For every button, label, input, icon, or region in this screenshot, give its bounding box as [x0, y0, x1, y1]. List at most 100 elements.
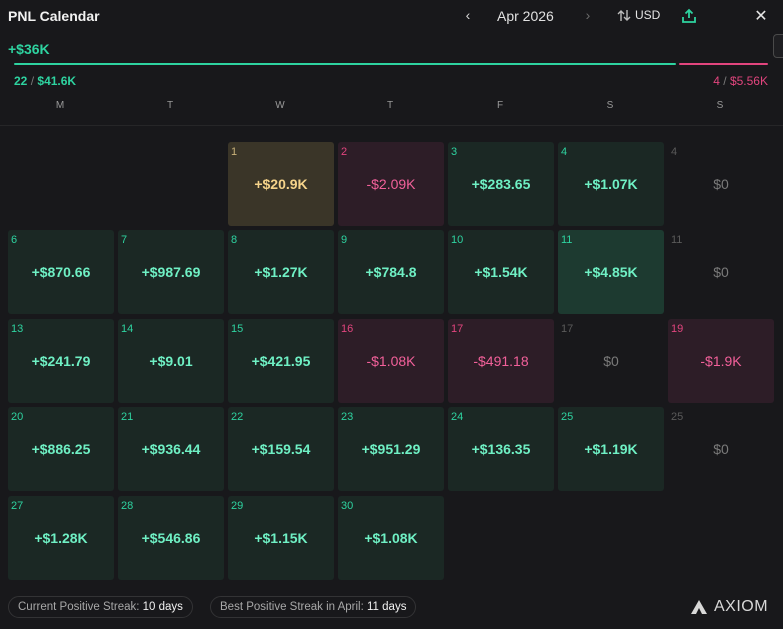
day-number: 24 — [451, 411, 464, 423]
day-cell[interactable]: 2 -$2.09K — [338, 142, 444, 226]
brand-name: AXIOM — [714, 598, 769, 615]
day-number: 7 — [121, 234, 128, 246]
current-streak-value: 10 days — [142, 601, 183, 613]
day-pnl-value: +$421.95 — [251, 353, 311, 369]
day-number: 16 — [341, 323, 354, 335]
prev-month-button[interactable]: ‹ — [460, 7, 476, 23]
day-number: 11 — [671, 234, 683, 246]
share-icon[interactable] — [681, 8, 697, 24]
day-pnl-value: +$1.19K — [584, 441, 638, 457]
day-number: 1 — [231, 146, 238, 158]
day-pnl-value: +$784.8 — [365, 264, 417, 280]
axiom-logo-icon — [691, 600, 707, 614]
day-pnl-value: +$283.65 — [471, 176, 531, 192]
calendar-header: PNL Calendar ‹ Apr 2026 › USD ✕ — [0, 0, 783, 34]
total-pnl: +$36K — [8, 41, 50, 57]
day-number: 11 — [561, 234, 573, 246]
currency-toggle[interactable]: USD — [617, 8, 660, 22]
day-pnl-value: $0 — [713, 264, 729, 280]
day-cell[interactable]: 19 -$1.9K — [668, 319, 774, 403]
close-button[interactable]: ✕ — [753, 6, 769, 26]
win-summary: 22 / $41.6K — [14, 74, 76, 88]
day-number: 14 — [121, 323, 134, 335]
win-separator: / — [30, 74, 35, 88]
day-cell[interactable]: 4 $0 — [668, 142, 774, 226]
win-ratio-bar — [14, 63, 676, 65]
day-number: 8 — [231, 234, 238, 246]
weekday-label: T — [166, 100, 174, 111]
day-cell[interactable]: 11 $0 — [668, 230, 774, 314]
day-cell[interactable]: 1 +$20.9K — [228, 142, 334, 226]
day-cell[interactable]: 29 +$1.15K — [228, 496, 334, 580]
day-number: 13 — [11, 323, 24, 335]
best-streak-label: Best Positive Streak in April: — [220, 601, 364, 613]
day-number: 19 — [671, 323, 684, 335]
win-days-count: 22 — [14, 74, 28, 88]
day-number: 28 — [121, 500, 134, 512]
current-month-label: Apr 2026 — [497, 8, 554, 24]
day-cell[interactable]: 17 -$491.18 — [448, 319, 554, 403]
day-cell[interactable]: 14 +$9.01 — [118, 319, 224, 403]
day-cell[interactable]: 23 +$951.29 — [338, 407, 444, 491]
day-pnl-value: -$2.09K — [366, 176, 416, 192]
day-cell[interactable]: 21 +$936.44 — [118, 407, 224, 491]
day-cell[interactable]: 17 $0 — [558, 319, 664, 403]
day-cell[interactable]: 11 +$4.85K — [558, 230, 664, 314]
weekday-label: F — [496, 100, 504, 111]
day-cell[interactable]: 8 +$1.27K — [228, 230, 334, 314]
day-number: 4 — [561, 146, 568, 158]
day-pnl-value: +$136.35 — [471, 441, 531, 457]
day-cell[interactable]: 3 +$283.65 — [448, 142, 554, 226]
header-divider — [0, 125, 783, 126]
day-cell[interactable]: 9 +$784.8 — [338, 230, 444, 314]
day-cell[interactable]: 24 +$136.35 — [448, 407, 554, 491]
day-pnl-value: +$1.08K — [364, 530, 418, 546]
day-cell[interactable]: 25 +$1.19K — [558, 407, 664, 491]
win-amount: $41.6K — [37, 74, 77, 88]
day-cell[interactable]: 25 $0 — [668, 407, 774, 491]
current-streak-label: Current Positive Streak: — [18, 601, 140, 613]
next-month-button[interactable]: › — [580, 7, 596, 23]
weekday-label: S — [716, 100, 724, 111]
day-pnl-value: +$1.54K — [474, 264, 528, 280]
day-cell[interactable]: 4 +$1.07K — [558, 142, 664, 226]
day-number: 10 — [451, 234, 464, 246]
currency-label: USD — [635, 8, 661, 22]
day-cell[interactable]: 13 +$241.79 — [8, 319, 114, 403]
day-number: 30 — [341, 500, 354, 512]
day-pnl-value: +$987.69 — [141, 264, 201, 280]
day-cell[interactable]: 15 +$421.95 — [228, 319, 334, 403]
current-streak-badge: Current Positive Streak: 10 days — [8, 596, 193, 618]
day-number: 3 — [451, 146, 458, 158]
day-cell[interactable]: 30 +$1.08K — [338, 496, 444, 580]
day-number: 4 — [671, 146, 678, 158]
day-cell[interactable]: 27 +$1.28K — [8, 496, 114, 580]
weekday-label: T — [386, 100, 394, 111]
day-pnl-value: $0 — [713, 441, 729, 457]
day-pnl-value: $0 — [603, 353, 619, 369]
loss-amount: $5.56K — [729, 74, 768, 88]
day-number: 17 — [561, 323, 574, 335]
day-number: 15 — [231, 323, 244, 335]
day-pnl-value: +$20.9K — [254, 176, 308, 192]
day-cell[interactable]: 16 -$1.08K — [338, 319, 444, 403]
day-pnl-value: +$241.79 — [31, 353, 91, 369]
day-cell[interactable]: 7 +$987.69 — [118, 230, 224, 314]
day-cell[interactable]: 22 +$159.54 — [228, 407, 334, 491]
weekday-label: W — [275, 100, 285, 111]
side-panel-handle[interactable] — [773, 34, 783, 58]
best-streak-badge: Best Positive Streak in April: 11 days — [210, 596, 417, 618]
day-pnl-value: +$1.27K — [254, 264, 308, 280]
day-cell[interactable]: 28 +$546.86 — [118, 496, 224, 580]
day-pnl-value: +$951.29 — [361, 441, 421, 457]
day-pnl-value: +$546.86 — [141, 530, 201, 546]
day-pnl-value: $0 — [713, 176, 729, 192]
day-cell[interactable]: 20 +$886.25 — [8, 407, 114, 491]
day-cell[interactable]: 6 +$870.66 — [8, 230, 114, 314]
brand-logo: AXIOM — [690, 596, 768, 618]
weekday-header: MTWTFSS — [7, 100, 777, 114]
day-cell[interactable]: 10 +$1.54K — [448, 230, 554, 314]
weekday-label: S — [606, 100, 614, 111]
day-number: 25 — [671, 411, 684, 423]
loss-days-count: 4 — [713, 74, 720, 88]
